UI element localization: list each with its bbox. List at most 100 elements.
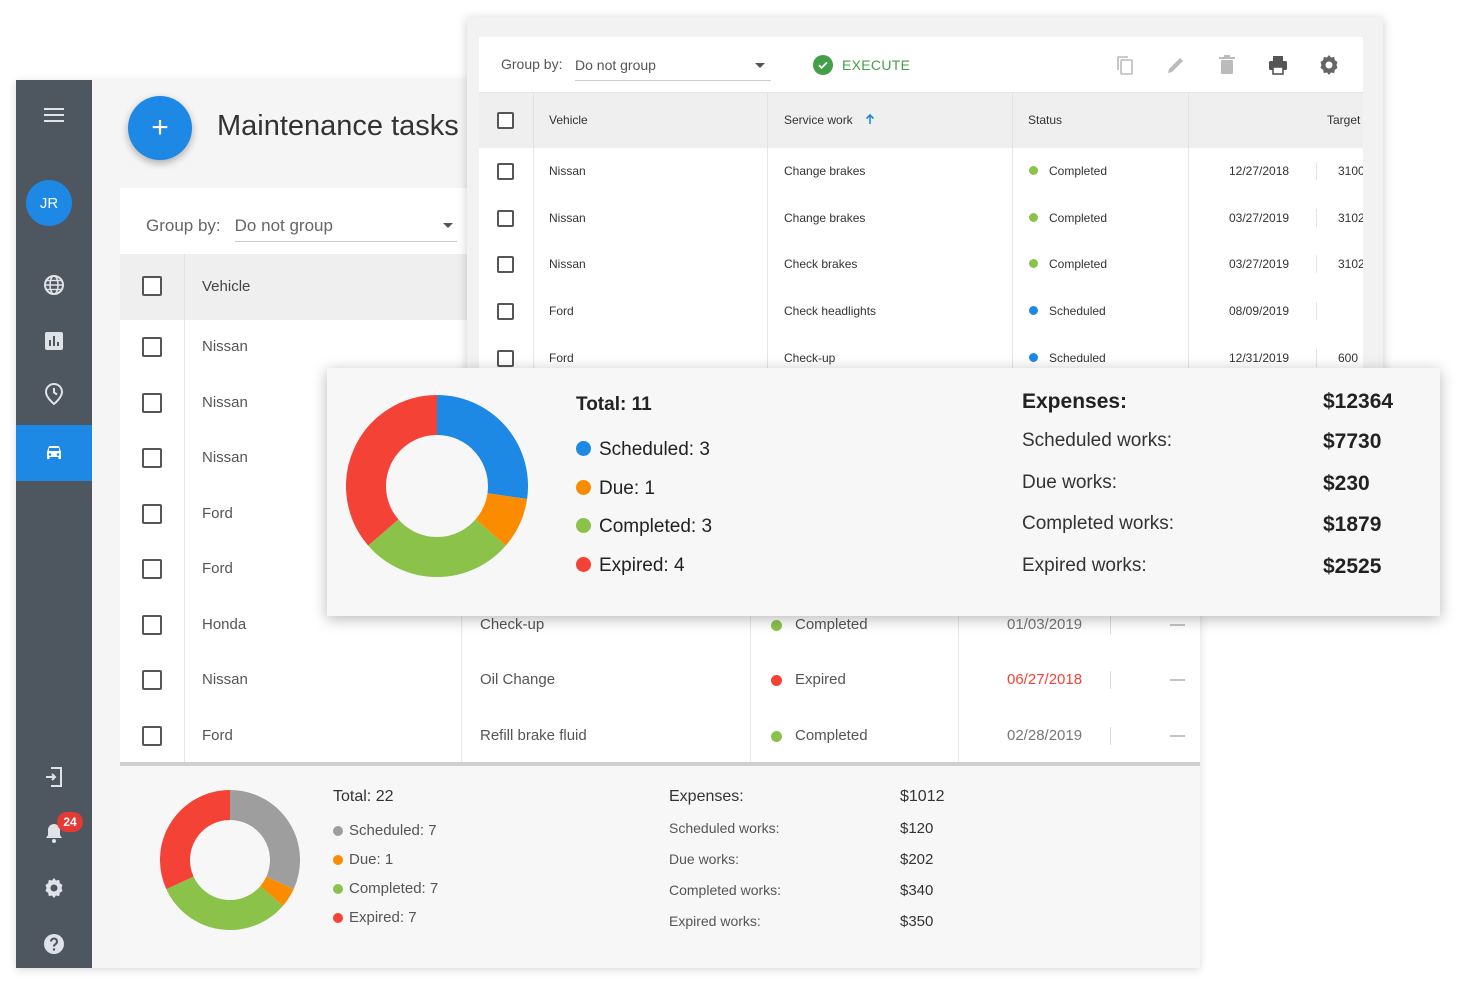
sidebar-item-reports[interactable]	[16, 314, 92, 368]
row-checkbox[interactable]	[142, 614, 162, 635]
copy-icon[interactable]	[1113, 53, 1137, 77]
column-divider	[1188, 194, 1189, 242]
select-all-checkbox[interactable]	[142, 276, 162, 296]
table-row[interactable]: Ford Refill brake fluid Completed 02/28/201…	[120, 708, 1200, 764]
select-all-checkbox[interactable]	[497, 112, 514, 129]
legend-dot	[333, 884, 343, 894]
sidebar-item-vehicles[interactable]	[16, 425, 92, 481]
summary-popup: Total: 11 Scheduled: 3 Due: 1 Completed: 3…	[327, 368, 1440, 616]
column-divider	[184, 486, 185, 542]
column-divider	[1316, 348, 1317, 367]
print-icon[interactable]	[1266, 53, 1290, 77]
bar-chart-icon	[45, 332, 63, 350]
column-divider	[767, 194, 768, 242]
column-divider	[184, 597, 185, 653]
column-divider	[1110, 671, 1111, 689]
cell-date: 12/27/2018	[1229, 164, 1290, 178]
breakdown-label: Completed works:	[1022, 513, 1175, 535]
cell-target: 3102	[1338, 257, 1363, 272]
cell-target: 3102	[1338, 210, 1363, 225]
cell-vehicle: Honda	[202, 615, 247, 633]
table-row[interactable]: Nissan Change brakes Completed 03/27/2019 31…	[479, 194, 1363, 242]
clock-pin-icon	[44, 382, 64, 406]
row-checkbox[interactable]	[497, 349, 514, 367]
column-divider	[533, 93, 534, 148]
legend-dot	[333, 855, 343, 865]
summary-panel: Total: 22 Scheduled: 7 Due: 1 Completed: 7…	[120, 762, 1200, 968]
cell-status: Scheduled	[1049, 304, 1106, 319]
column-divider	[958, 653, 959, 709]
sidebar-item-history[interactable]	[16, 367, 92, 421]
row-checkbox[interactable]	[142, 392, 162, 413]
cell-service: Change brakes	[784, 164, 866, 178]
cell-vehicle: Nissan	[202, 338, 248, 355]
cell-vehicle: Ford	[202, 560, 233, 577]
breakdown-value: $2525	[1323, 555, 1382, 579]
table-row[interactable]: Ford Check headlights Scheduled 08/09/2019	[479, 288, 1363, 335]
sidebar-item-settings[interactable]	[16, 861, 92, 915]
donut-slice-scheduled	[229, 790, 300, 890]
column-divider	[1316, 208, 1317, 227]
group-by-select[interactable]: Do not group	[575, 49, 771, 81]
menu-button[interactable]	[16, 88, 92, 142]
row-checkbox[interactable]	[497, 163, 514, 180]
row-checkbox[interactable]	[497, 303, 514, 321]
status-dot	[771, 675, 782, 686]
edit-icon[interactable]	[1164, 53, 1188, 77]
legend-dot	[333, 913, 343, 923]
column-divider	[1012, 241, 1013, 289]
header-status: Status	[1028, 113, 1063, 127]
cell-service: Check-up	[480, 615, 545, 633]
delete-icon[interactable]	[1215, 53, 1239, 77]
breakdown-value: $7730	[1323, 430, 1382, 453]
donut-slice-expired	[346, 395, 438, 546]
sidebar-item-logout[interactable]	[16, 750, 92, 804]
header-service-work[interactable]: Service work	[784, 113, 876, 127]
column-divider	[184, 254, 185, 320]
sidebar-item-help[interactable]	[16, 917, 92, 968]
row-checkbox[interactable]	[142, 448, 162, 468]
status-dot	[1029, 166, 1038, 175]
breakdown-label: Expired works:	[1022, 555, 1147, 577]
cell-status: Completed	[1049, 164, 1108, 178]
execute-button[interactable]: EXECUTE	[813, 54, 910, 76]
summary-total: Total: 22	[333, 788, 394, 805]
column-divider	[767, 288, 768, 335]
column-divider	[767, 241, 768, 289]
cell-status: Scheduled	[1049, 350, 1106, 365]
table-row[interactable]: Nissan Change brakes Completed 12/27/2018 31…	[479, 148, 1363, 195]
breakdown-label: Scheduled works:	[669, 820, 780, 836]
column-divider	[767, 148, 768, 195]
row-checkbox[interactable]	[142, 503, 162, 524]
cell-date: 08/09/2019	[1229, 304, 1290, 319]
sidebar: JR 24	[16, 80, 92, 968]
row-checkbox[interactable]	[142, 725, 162, 746]
avatar[interactable]: JR	[26, 180, 72, 226]
cell-vehicle: Ford	[202, 504, 233, 522]
row-checkbox[interactable]	[497, 256, 514, 274]
cell-target: 600	[1338, 350, 1359, 365]
legend-label: Expired: 7	[349, 909, 417, 926]
legend-item: Due: 1	[576, 478, 655, 500]
sidebar-item-globe[interactable]	[16, 258, 92, 312]
add-task-button[interactable]: +	[128, 96, 192, 160]
column-divider	[1110, 615, 1111, 634]
row-checkbox[interactable]	[142, 337, 162, 357]
header-target: Target	[1327, 113, 1361, 127]
row-checkbox[interactable]	[142, 670, 162, 690]
sidebar-item-notifications[interactable]	[16, 806, 92, 860]
table-row[interactable]: Nissan Check brakes Completed 03/27/2019 310…	[479, 241, 1363, 289]
settings-icon[interactable]	[1317, 53, 1341, 77]
status-donut-chart	[346, 395, 528, 577]
legend-dot	[333, 826, 343, 836]
row-checkbox[interactable]	[142, 559, 162, 579]
status-dot	[771, 730, 782, 742]
cell-vehicle: Nissan	[202, 393, 248, 411]
breakdown-value: $230	[1323, 471, 1370, 495]
column-divider	[184, 542, 185, 598]
column-divider	[1316, 302, 1317, 321]
group-by-select[interactable]: Do not group	[234, 210, 457, 242]
row-checkbox[interactable]	[497, 209, 514, 227]
column-divider	[1012, 148, 1013, 195]
table-row[interactable]: Nissan Oil Change Expired 06/27/2018 —	[120, 653, 1200, 709]
